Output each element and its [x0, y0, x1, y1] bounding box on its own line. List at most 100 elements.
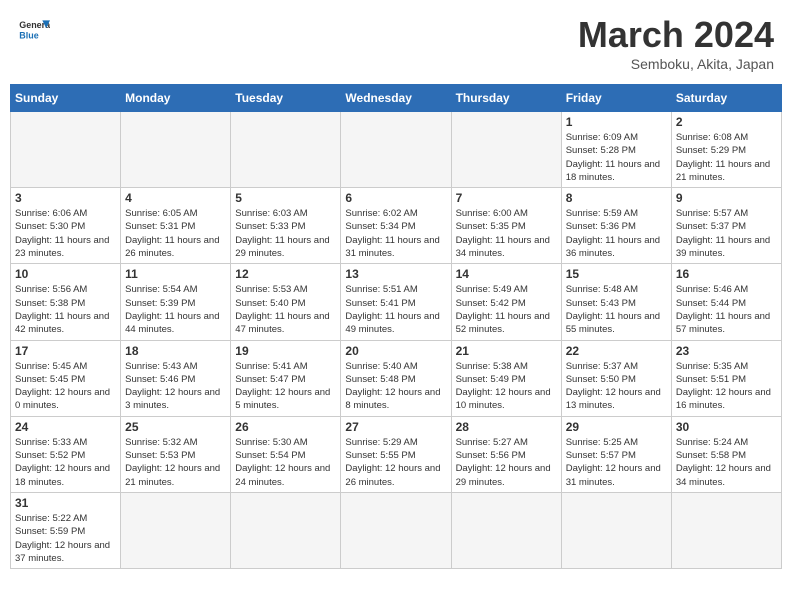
day-info: Sunrise: 6:08 AM Sunset: 5:29 PM Dayligh… — [676, 131, 777, 184]
day-number: 24 — [15, 420, 116, 434]
location: Semboku, Akita, Japan — [578, 56, 774, 72]
day-cell — [451, 112, 561, 188]
day-cell — [231, 492, 341, 568]
week-row-5: 31 Sunrise: 5:22 AM Sunset: 5:59 PM Dayli… — [11, 492, 782, 568]
day-number: 30 — [676, 420, 777, 434]
day-cell: 8Sunrise: 5:59 AM Sunset: 5:36 PM Daylig… — [561, 188, 671, 264]
day-cell: 27Sunrise: 5:29 AM Sunset: 5:55 PM Dayli… — [341, 416, 451, 492]
day-cell — [341, 112, 451, 188]
day-number: 5 — [235, 191, 336, 205]
day-cell: 28Sunrise: 5:27 AM Sunset: 5:56 PM Dayli… — [451, 416, 561, 492]
day-number: 11 — [125, 267, 226, 281]
title-area: March 2024 Semboku, Akita, Japan — [578, 14, 774, 72]
day-number: 23 — [676, 344, 777, 358]
weekday-header-saturday: Saturday — [671, 85, 781, 112]
day-number: 15 — [566, 267, 667, 281]
day-number: 20 — [345, 344, 446, 358]
day-info: Sunrise: 6:02 AM Sunset: 5:34 PM Dayligh… — [345, 207, 446, 260]
day-info: Sunrise: 5:35 AM Sunset: 5:51 PM Dayligh… — [676, 360, 777, 413]
day-cell: 24 Sunrise: 5:33 AM Sunset: 5:52 PM Dayli… — [11, 416, 121, 492]
day-number: 31 — [15, 496, 116, 510]
day-number: 2 — [676, 115, 777, 129]
day-info: Sunrise: 5:38 AM Sunset: 5:49 PM Dayligh… — [456, 360, 557, 413]
day-cell: 30Sunrise: 5:24 AM Sunset: 5:58 PM Dayli… — [671, 416, 781, 492]
day-cell: 5 Sunrise: 6:03 AM Sunset: 5:33 PM Daylig… — [231, 188, 341, 264]
day-cell: 23 Sunrise: 5:35 AM Sunset: 5:51 PM Dayli… — [671, 340, 781, 416]
day-info: Sunrise: 6:06 AM Sunset: 5:30 PM Dayligh… — [15, 207, 116, 260]
weekday-header-sunday: Sunday — [11, 85, 121, 112]
day-number: 29 — [566, 420, 667, 434]
day-info: Sunrise: 5:32 AM Sunset: 5:53 PM Dayligh… — [125, 436, 226, 489]
day-number: 9 — [676, 191, 777, 205]
day-number: 1 — [566, 115, 667, 129]
day-number: 10 — [15, 267, 116, 281]
weekday-header-tuesday: Tuesday — [231, 85, 341, 112]
weekday-header-row: SundayMondayTuesdayWednesdayThursdayFrid… — [11, 85, 782, 112]
day-info: Sunrise: 5:48 AM Sunset: 5:43 PM Dayligh… — [566, 283, 667, 336]
week-row-0: 1 Sunrise: 6:09 AM Sunset: 5:28 PM Daylig… — [11, 112, 782, 188]
day-info: Sunrise: 5:25 AM Sunset: 5:57 PM Dayligh… — [566, 436, 667, 489]
day-info: Sunrise: 5:56 AM Sunset: 5:38 PM Dayligh… — [15, 283, 116, 336]
day-info: Sunrise: 5:40 AM Sunset: 5:48 PM Dayligh… — [345, 360, 446, 413]
day-info: Sunrise: 5:51 AM Sunset: 5:41 PM Dayligh… — [345, 283, 446, 336]
day-cell — [231, 112, 341, 188]
day-cell: 21 Sunrise: 5:38 AM Sunset: 5:49 PM Dayli… — [451, 340, 561, 416]
day-cell — [561, 492, 671, 568]
day-info: Sunrise: 5:37 AM Sunset: 5:50 PM Dayligh… — [566, 360, 667, 413]
day-cell: 31 Sunrise: 5:22 AM Sunset: 5:59 PM Dayli… — [11, 492, 121, 568]
day-number: 7 — [456, 191, 557, 205]
day-cell: 19 Sunrise: 5:41 AM Sunset: 5:47 PM Dayli… — [231, 340, 341, 416]
day-cell: 10 Sunrise: 5:56 AM Sunset: 5:38 PM Dayli… — [11, 264, 121, 340]
day-cell — [451, 492, 561, 568]
day-info: Sunrise: 6:00 AM Sunset: 5:35 PM Dayligh… — [456, 207, 557, 260]
day-number: 22 — [566, 344, 667, 358]
week-row-2: 10 Sunrise: 5:56 AM Sunset: 5:38 PM Dayli… — [11, 264, 782, 340]
day-number: 6 — [345, 191, 446, 205]
day-cell: 7 Sunrise: 6:00 AM Sunset: 5:35 PM Daylig… — [451, 188, 561, 264]
day-cell: 4Sunrise: 6:05 AM Sunset: 5:31 PM Daylig… — [121, 188, 231, 264]
day-info: Sunrise: 5:30 AM Sunset: 5:54 PM Dayligh… — [235, 436, 336, 489]
day-cell: 17Sunrise: 5:45 AM Sunset: 5:45 PM Dayli… — [11, 340, 121, 416]
day-cell: 26 Sunrise: 5:30 AM Sunset: 5:54 PM Dayli… — [231, 416, 341, 492]
weekday-header-friday: Friday — [561, 85, 671, 112]
day-info: Sunrise: 5:22 AM Sunset: 5:59 PM Dayligh… — [15, 512, 116, 565]
day-cell: 12Sunrise: 5:53 AM Sunset: 5:40 PM Dayli… — [231, 264, 341, 340]
day-number: 8 — [566, 191, 667, 205]
day-cell: 9 Sunrise: 5:57 AM Sunset: 5:37 PM Daylig… — [671, 188, 781, 264]
day-info: Sunrise: 5:54 AM Sunset: 5:39 PM Dayligh… — [125, 283, 226, 336]
day-number: 4 — [125, 191, 226, 205]
day-number: 21 — [456, 344, 557, 358]
day-info: Sunrise: 5:33 AM Sunset: 5:52 PM Dayligh… — [15, 436, 116, 489]
day-number: 12 — [235, 267, 336, 281]
day-info: Sunrise: 5:41 AM Sunset: 5:47 PM Dayligh… — [235, 360, 336, 413]
day-cell: 25 Sunrise: 5:32 AM Sunset: 5:53 PM Dayli… — [121, 416, 231, 492]
day-number: 14 — [456, 267, 557, 281]
logo-icon: General Blue — [18, 14, 50, 46]
day-cell: 13Sunrise: 5:51 AM Sunset: 5:41 PM Dayli… — [341, 264, 451, 340]
day-cell: 16 Sunrise: 5:46 AM Sunset: 5:44 PM Dayli… — [671, 264, 781, 340]
day-cell — [121, 492, 231, 568]
day-number: 19 — [235, 344, 336, 358]
day-number: 17 — [15, 344, 116, 358]
header: General Blue March 2024 Semboku, Akita, … — [10, 10, 782, 76]
day-cell — [121, 112, 231, 188]
day-cell — [11, 112, 121, 188]
day-info: Sunrise: 5:49 AM Sunset: 5:42 PM Dayligh… — [456, 283, 557, 336]
day-info: Sunrise: 6:09 AM Sunset: 5:28 PM Dayligh… — [566, 131, 667, 184]
day-info: Sunrise: 5:57 AM Sunset: 5:37 PM Dayligh… — [676, 207, 777, 260]
day-info: Sunrise: 5:29 AM Sunset: 5:55 PM Dayligh… — [345, 436, 446, 489]
day-number: 16 — [676, 267, 777, 281]
day-cell: 11 Sunrise: 5:54 AM Sunset: 5:39 PM Dayli… — [121, 264, 231, 340]
day-info: Sunrise: 5:46 AM Sunset: 5:44 PM Dayligh… — [676, 283, 777, 336]
day-info: Sunrise: 5:43 AM Sunset: 5:46 PM Dayligh… — [125, 360, 226, 413]
week-row-3: 17Sunrise: 5:45 AM Sunset: 5:45 PM Dayli… — [11, 340, 782, 416]
day-cell: 15 Sunrise: 5:48 AM Sunset: 5:43 PM Dayli… — [561, 264, 671, 340]
day-cell: 14 Sunrise: 5:49 AM Sunset: 5:42 PM Dayli… — [451, 264, 561, 340]
day-number: 25 — [125, 420, 226, 434]
day-cell: 3Sunrise: 6:06 AM Sunset: 5:30 PM Daylig… — [11, 188, 121, 264]
day-cell: 18 Sunrise: 5:43 AM Sunset: 5:46 PM Dayli… — [121, 340, 231, 416]
day-number: 18 — [125, 344, 226, 358]
day-info: Sunrise: 6:03 AM Sunset: 5:33 PM Dayligh… — [235, 207, 336, 260]
day-number: 26 — [235, 420, 336, 434]
day-cell: 2 Sunrise: 6:08 AM Sunset: 5:29 PM Daylig… — [671, 112, 781, 188]
